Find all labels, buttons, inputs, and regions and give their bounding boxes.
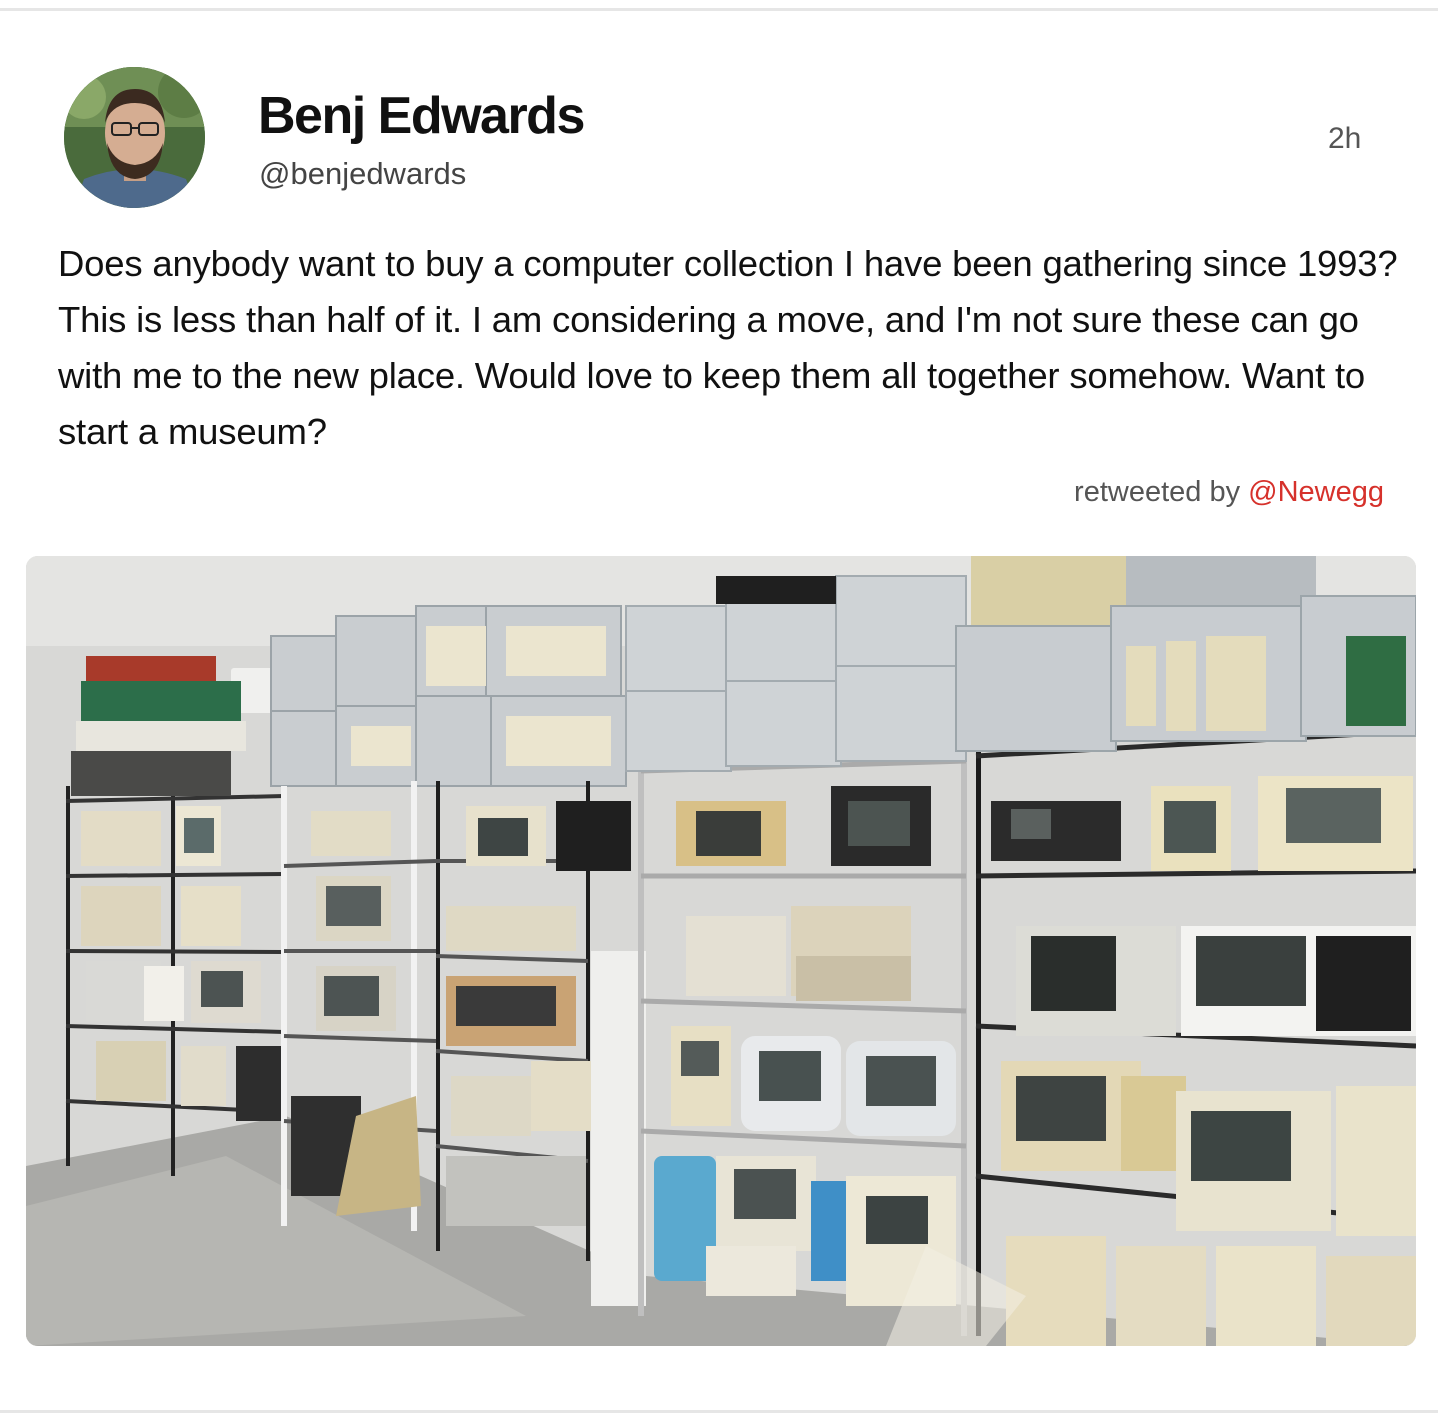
retweet-attribution: retweeted by @Newegg <box>1074 476 1384 509</box>
timestamp[interactable]: 2h <box>1328 122 1361 156</box>
avatar[interactable] <box>64 67 205 208</box>
top-divider <box>0 8 1438 11</box>
avatar-photo <box>64 67 205 208</box>
author-name[interactable]: Benj Edwards <box>258 86 585 146</box>
retweet-user-link[interactable]: @Newegg <box>1248 476 1384 508</box>
bottom-divider <box>0 1410 1438 1413</box>
tweet-text: Does anybody want to buy a computer coll… <box>58 243 1417 452</box>
photo-icon <box>26 556 1416 1346</box>
author-handle[interactable]: @benjedwards <box>259 156 466 192</box>
tweet-media[interactable] <box>26 556 1416 1346</box>
retweet-prefix: retweeted by <box>1074 476 1241 508</box>
